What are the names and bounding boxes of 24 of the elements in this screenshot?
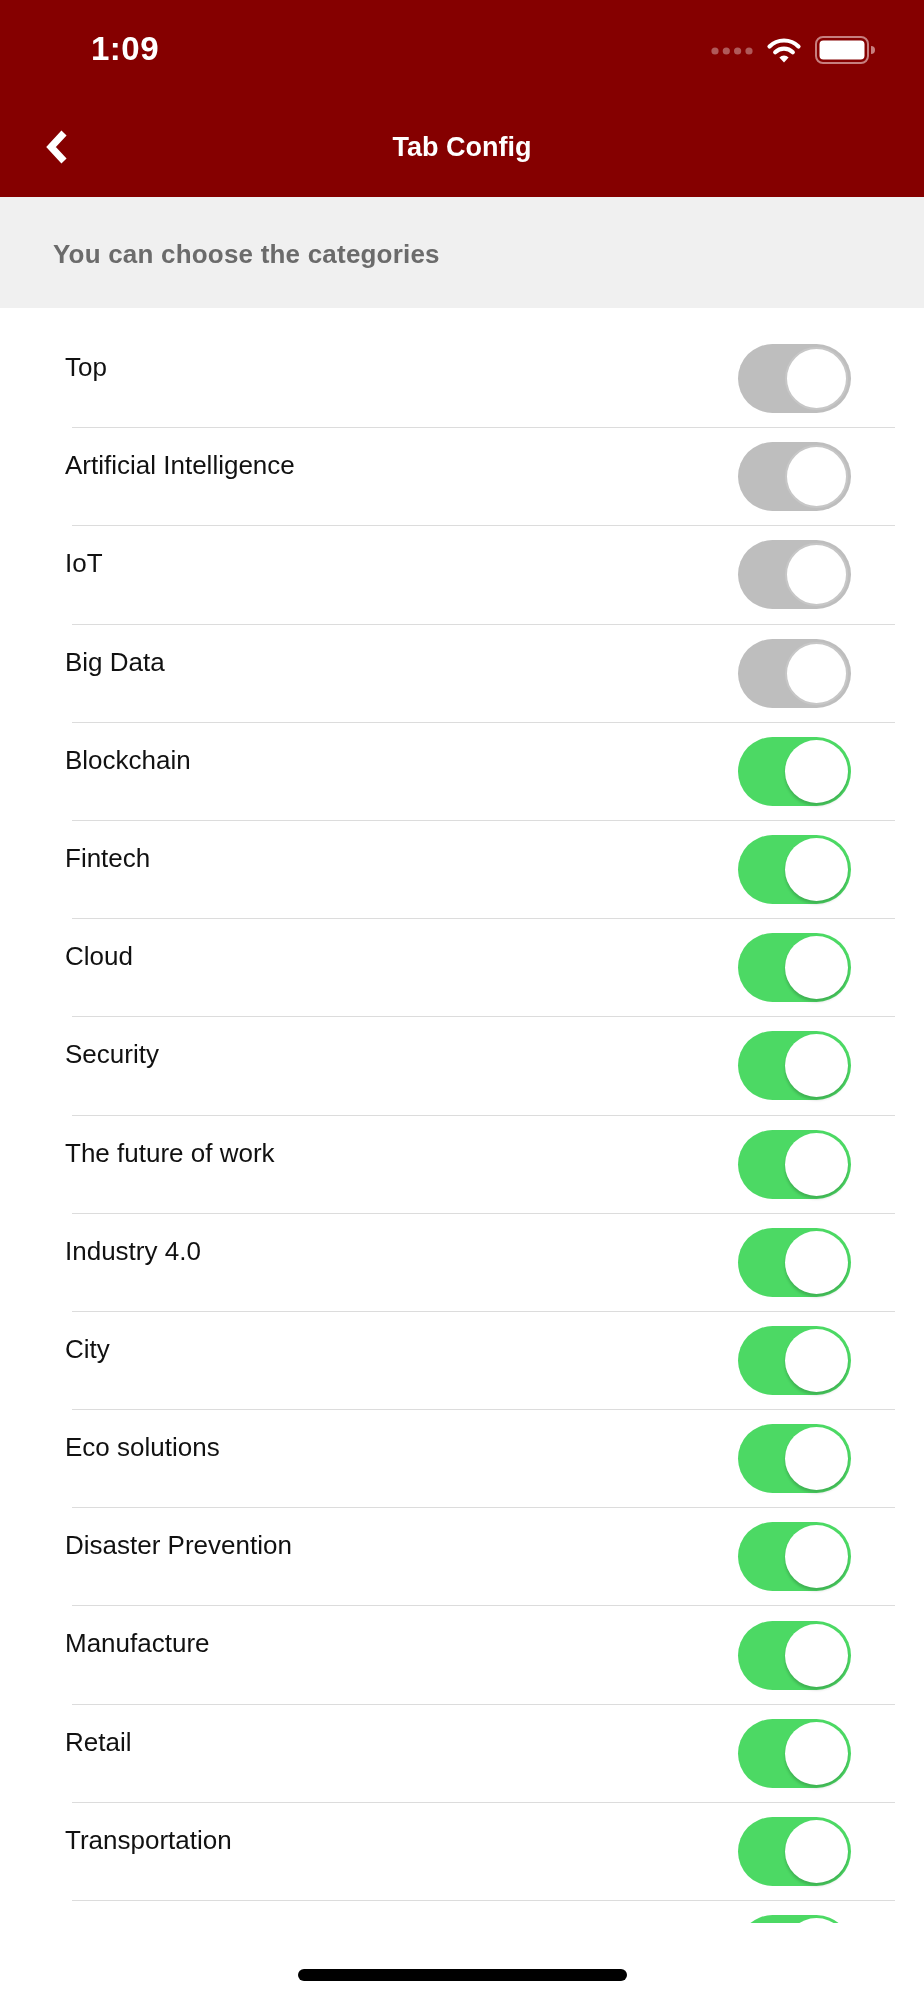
category-label: The future of work — [65, 1136, 275, 1169]
category-label: Eco solutions — [65, 1431, 220, 1464]
category-label: Transportation — [65, 1823, 232, 1856]
category-label: Manufacture — [65, 1627, 210, 1660]
signal-dots-icon — [711, 47, 753, 55]
chevron-left-icon — [44, 129, 69, 164]
category-label: Blockchain — [65, 743, 191, 776]
wifi-icon — [766, 36, 802, 64]
category-label: Disaster Prevention — [65, 1529, 292, 1562]
category-label: Industry 4.0 — [65, 1234, 201, 1267]
category-label: Fintech — [65, 841, 151, 874]
nav-title: Tab Config — [391, 130, 533, 164]
category-label: Cloud — [65, 940, 133, 973]
back-button[interactable] — [44, 129, 69, 164]
category-label: Top — [65, 351, 107, 383]
category-label: Artificial Intelligence — [65, 449, 295, 482]
category-label: Big Data — [65, 645, 165, 678]
section-header: You can choose the categories — [53, 237, 440, 270]
category-label: Security — [65, 1038, 159, 1071]
status-time: 1:09 — [91, 29, 160, 69]
battery-icon — [815, 36, 875, 64]
category-label: Retail — [65, 1725, 132, 1758]
category-label: City — [65, 1332, 110, 1365]
category-label: IoT — [65, 547, 103, 580]
